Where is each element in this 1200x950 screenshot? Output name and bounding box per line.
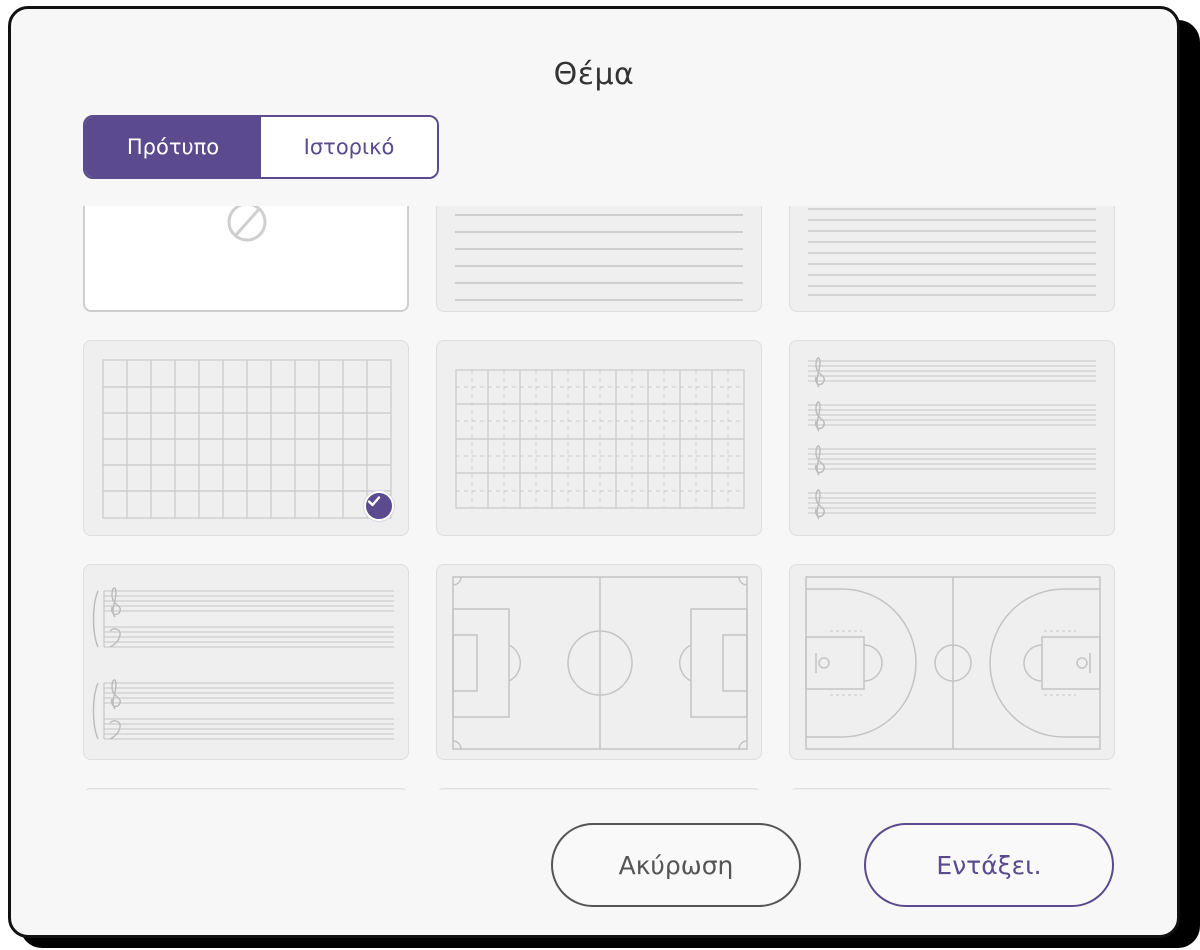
piano-staff-preview [92, 587, 394, 740]
template-square-grid[interactable] [83, 340, 409, 536]
none-icon [227, 206, 267, 242]
tab-history[interactable]: Ιστορικό [261, 117, 437, 177]
template-basketball-court[interactable] [789, 564, 1115, 760]
tab-template[interactable]: Πρότυπο [85, 117, 261, 177]
theme-dialog: Θέμα Πρότυπο Ιστορικό Ακύρωση Εντάξει. [8, 6, 1180, 938]
template-history-toggle: Πρότυπο Ιστορικό [83, 115, 439, 179]
music-staff-preview [808, 357, 1096, 520]
template-music-staff[interactable] [789, 340, 1115, 536]
template-dotted-grid[interactable] [436, 340, 762, 536]
template-row4-right[interactable] [789, 788, 1115, 790]
ruled-lines-preview [455, 214, 743, 301]
template-row4-left[interactable] [83, 788, 409, 790]
template-football-pitch[interactable] [436, 564, 762, 760]
dotted-grid-preview [455, 369, 745, 509]
selected-check-icon [364, 491, 394, 521]
template-row4-middle[interactable] [436, 788, 762, 790]
ok-button[interactable]: Εντάξει. [864, 823, 1114, 907]
narrow-ruled-lines-preview [808, 208, 1096, 296]
square-grid-preview [102, 359, 392, 519]
football-pitch-preview [452, 576, 748, 750]
cancel-button[interactable]: Ακύρωση [551, 823, 801, 907]
template-narrow-ruled-lines[interactable] [789, 206, 1115, 312]
template-none[interactable] [83, 206, 409, 312]
basketball-court-preview [805, 576, 1101, 750]
template-ruled-lines[interactable] [436, 206, 762, 312]
dialog-title: Θέμα [553, 57, 635, 92]
template-piano-staff[interactable] [83, 564, 409, 760]
template-grid[interactable] [71, 206, 1131, 790]
